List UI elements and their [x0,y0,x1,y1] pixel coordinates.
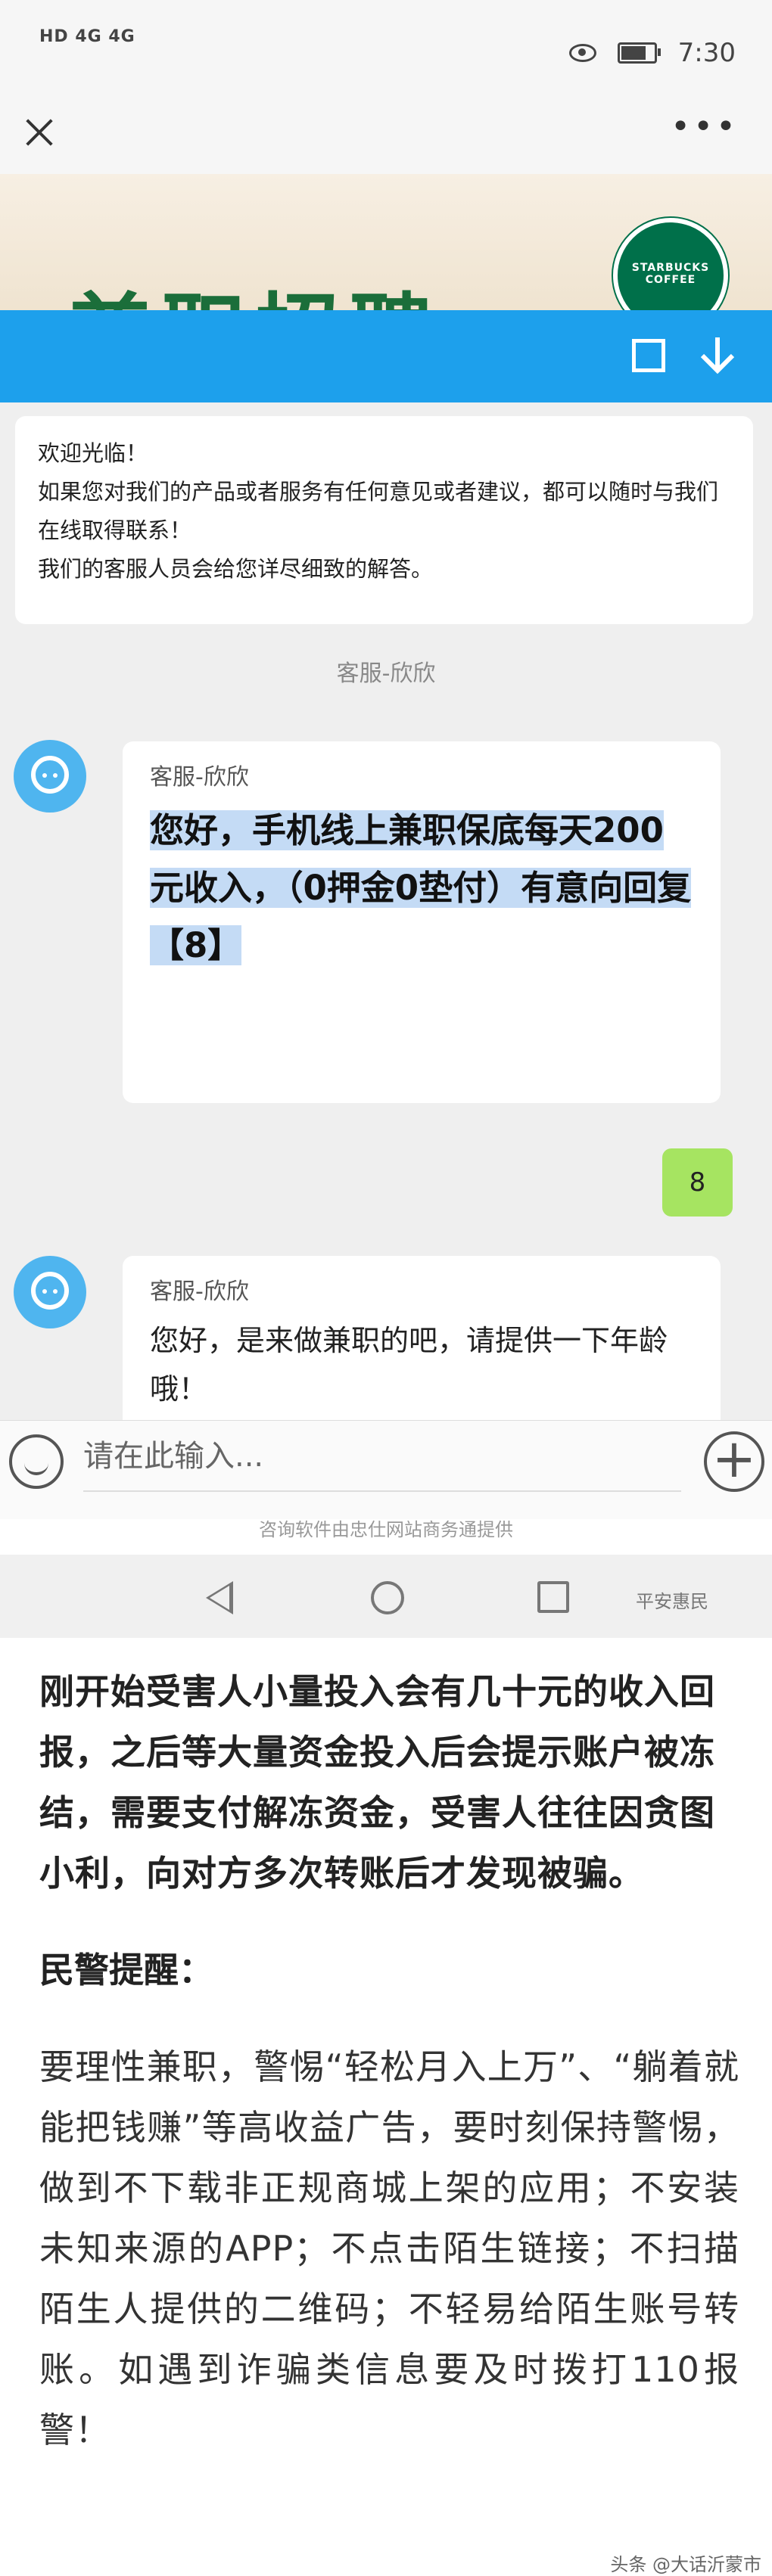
welcome-line: 如果您对我们的产品或者服务有任何意见或者建议，都可以随时与我们在线取得联系！ [38,479,719,543]
agent-message: 客服-欣欣 您好，是来做兼职的吧，请提供一下年龄哦！ [123,1256,721,1430]
article-heading: 民警提醒： [39,1950,213,1990]
message-text: 您好，手机线上兼职保底每天200元收入，（0押金0垫付）有意向回复【8】 [150,810,692,965]
battery-icon [617,42,661,64]
agent-label: 客服-欣欣 [336,660,436,687]
welcome-line: 欢迎光临！ [38,440,148,466]
eye-icon [568,44,596,62]
message-input[interactable]: 请在此输入... [83,1422,681,1492]
sender-name: 客服-欣欣 [150,1279,249,1305]
my-message: 8 [662,1148,733,1217]
banner: 兼职招聘 STARBUCKS COFFEE [0,174,772,318]
close-icon[interactable] [21,113,59,151]
headset-icon [31,756,69,794]
back-icon[interactable] [206,1581,233,1614]
agent-avatar [14,740,86,813]
welcome-card: 欢迎光临！ 如果您对我们的产品或者服务有任何意见或者建议，都可以随时与我们在线取… [15,416,753,624]
status-bar: HD 4G 4G 7:30 [0,0,772,91]
sender-name: 客服-欣欣 [150,764,249,791]
welcome-line: 我们的客服人员会给您详尽细致的解答。 [38,556,434,582]
network-indicator: HD 4G 4G [39,27,135,46]
minimize-icon[interactable] [632,339,665,372]
article-paragraph: 要理性兼职，警惕“轻松月入上万”、“躺着就能把钱赚”等高收益广告，要时刻保持警惕… [39,2046,739,2450]
article-body: 刚开始受害人小量投入会有几十元的收入回报，之后等大量资金投入后会提示账户被冻结，… [39,1661,739,2460]
starbucks-logo: STARBUCKS COFFEE [613,218,728,318]
article-paragraph: 刚开始受害人小量投入会有几十元的收入回报，之后等大量资金投入后会提示账户被冻结，… [39,1671,715,1894]
clock: 7:30 [677,38,736,68]
arrow-down-icon[interactable] [695,333,740,378]
recents-icon[interactable] [537,1581,569,1613]
agent-avatar [14,1256,86,1328]
message-text: 您好，是来做兼职的吧，请提供一下年龄哦！ [150,1324,668,1406]
plus-icon[interactable]: + [704,1431,764,1492]
headset-icon [31,1272,69,1310]
home-icon[interactable] [371,1581,404,1614]
more-icon[interactable]: ••• [671,110,739,144]
watermark: 平安惠民 [636,1591,708,1612]
nav-bar: ••• [0,91,772,174]
chat-screenshot: HD 4G 4G 7:30 ••• 兼职招聘 STARBUCKS COFFEE … [0,0,772,1638]
agent-message: 客服-欣欣 您好，手机线上兼职保底每天200元收入，（0押金0垫付）有意向回复【… [123,741,721,1103]
watermark: 头条 @大话沂蒙市 [610,2554,761,2575]
emoji-icon[interactable] [9,1434,64,1489]
provider-text: 咨询软件由忠仕网站商务通提供 [259,1519,513,1540]
